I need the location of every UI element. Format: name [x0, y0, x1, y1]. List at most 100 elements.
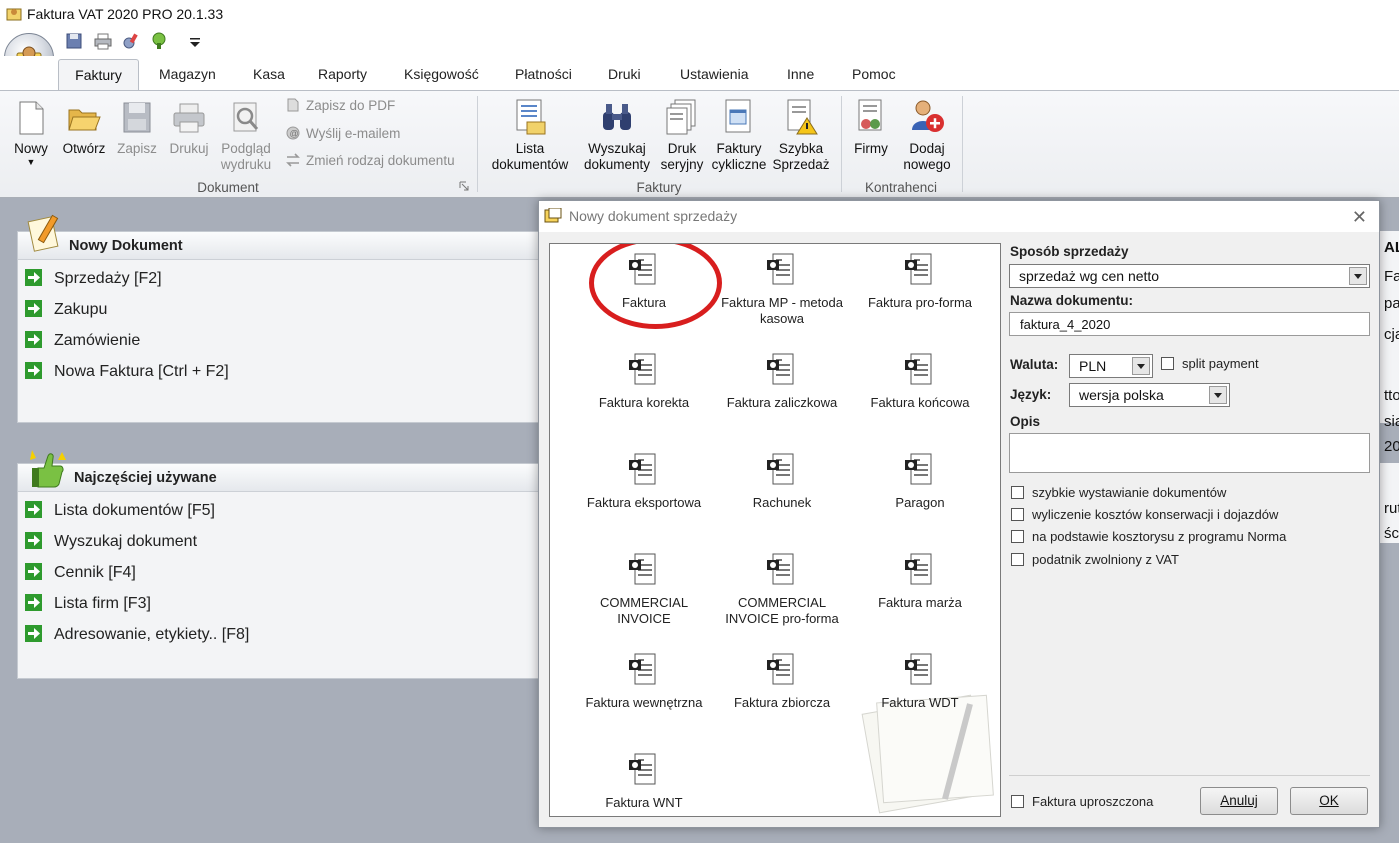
- email-icon: @: [286, 126, 300, 140]
- option-maintenance-costs-checkbox[interactable]: wyliczenie kosztów konserwacji i dojazdó…: [1011, 507, 1278, 522]
- doc-type-faktura-koncowa[interactable]: Faktura końcowa: [851, 351, 989, 411]
- tab-magazyn[interactable]: Magazyn: [159, 66, 216, 82]
- doc-type-faktura-korekta[interactable]: Faktura korekta: [575, 351, 713, 411]
- invoice-document-icon: [629, 753, 656, 785]
- tools-icon[interactable]: [121, 31, 141, 51]
- description-input[interactable]: [1009, 433, 1370, 473]
- panel-item-sprzedazy[interactable]: Sprzedaży [F2]: [25, 269, 162, 288]
- doc-type-faktura-marza[interactable]: Faktura marża: [851, 551, 989, 611]
- print-preview-button[interactable]: Podgląd wydruku: [216, 100, 276, 173]
- checkbox-box[interactable]: [1011, 486, 1024, 499]
- cancel-button[interactable]: Anuluj: [1200, 787, 1278, 815]
- doc-type-commercial-invoice-pro-forma[interactable]: COMMERCIAL INVOICE pro-forma: [713, 551, 851, 627]
- dialog-title: Nowy dokument sprzedaży: [569, 208, 738, 224]
- panel-item-lista-firm[interactable]: Lista firm [F3]: [25, 594, 151, 613]
- tab-raporty[interactable]: Raporty: [318, 66, 367, 82]
- tab-druki[interactable]: Druki: [608, 66, 641, 82]
- document-name-input[interactable]: faktura_4_2020: [1009, 312, 1370, 336]
- serial-print-button[interactable]: Druk seryjny: [656, 98, 708, 173]
- sales-method-label: Sposób sprzedaży: [1010, 244, 1129, 259]
- companies-button[interactable]: Firmy: [848, 98, 894, 157]
- invoice-document-icon: [767, 353, 794, 385]
- open-button[interactable]: Otwórz: [59, 100, 109, 157]
- panel-header: Nowy Dokument: [18, 232, 576, 260]
- quick-sale-button[interactable]: Szybka Sprzedaż: [770, 98, 832, 173]
- print-icon[interactable]: [93, 31, 113, 51]
- invoice-document-icon: [767, 453, 794, 485]
- doc-type-faktura-wdt[interactable]: Faktura WDT: [851, 651, 989, 711]
- print-button[interactable]: Drukuj: [164, 100, 214, 157]
- panel-item-cennik[interactable]: Cennik [F4]: [25, 563, 136, 582]
- update-icon[interactable]: [149, 31, 169, 51]
- arrow-right-icon: [25, 625, 42, 642]
- document-list-button[interactable]: Lista dokumentów: [484, 98, 576, 173]
- divider: [1009, 775, 1370, 776]
- doc-type-faktura-zbiorcza[interactable]: Faktura zbiorcza: [713, 651, 851, 711]
- language-select[interactable]: wersja polska: [1069, 383, 1230, 407]
- doc-type-paragon[interactable]: Paragon: [851, 451, 989, 511]
- document-type-list: Faktura Faktura MP - metoda kasowa Faktu…: [549, 243, 1001, 817]
- save-disk-icon: [123, 102, 151, 133]
- doc-type-faktura[interactable]: Faktura: [575, 251, 713, 311]
- doc-type-faktura-mp[interactable]: Faktura MP - metoda kasowa: [713, 251, 851, 327]
- checkbox-box[interactable]: [1011, 508, 1024, 521]
- save-pdf-button[interactable]: Zapisz do PDF: [286, 98, 395, 113]
- sales-method-select[interactable]: sprzedaż wg cen netto: [1009, 264, 1370, 288]
- customize-toolbar-icon[interactable]: [186, 32, 206, 52]
- doc-type-rachunek[interactable]: Rachunek: [713, 451, 851, 511]
- change-document-type-button[interactable]: Zmień rodzaj dokumentu: [286, 153, 455, 168]
- currency-select[interactable]: PLN: [1069, 354, 1153, 378]
- panel-item-zakupu[interactable]: Zakupu: [25, 300, 107, 319]
- tab-inne[interactable]: Inne: [787, 66, 814, 82]
- panel-title: Nowy Dokument: [69, 238, 183, 254]
- checkbox-box[interactable]: [1011, 795, 1024, 808]
- send-email-button[interactable]: @ Wyślij e-mailem: [286, 126, 400, 141]
- panel-item-wyszukaj-dokument[interactable]: Wyszukaj dokument: [25, 532, 197, 551]
- tab-platnosci[interactable]: Płatności: [515, 66, 572, 82]
- doc-type-faktura-eksportowa[interactable]: Faktura eksportowa: [575, 451, 713, 511]
- new-button[interactable]: Nowy ▼: [8, 100, 54, 167]
- panel-new-document: Nowy Dokument Sprzedaży [F2] Zakupu Zamó…: [17, 231, 577, 423]
- panel-item-zamowienie[interactable]: Zamówienie: [25, 331, 140, 350]
- arrow-right-icon: [25, 532, 42, 549]
- tab-kasa[interactable]: Kasa: [253, 66, 285, 82]
- recurring-invoices-button[interactable]: Faktury cykliczne: [708, 98, 770, 173]
- option-vat-exempt-checkbox[interactable]: podatnik zwolniony z VAT: [1011, 552, 1179, 567]
- doc-type-faktura-pro-forma[interactable]: Faktura pro-forma: [851, 251, 989, 311]
- doc-type-commercial-invoice[interactable]: COMMERCIAL INVOICE: [575, 551, 713, 627]
- option-quick-issue-checkbox[interactable]: szybkie wystawianie dokumentów: [1011, 485, 1226, 500]
- search-documents-button[interactable]: Wyszukaj dokumenty: [578, 98, 656, 173]
- chevron-down-icon[interactable]: [1132, 357, 1150, 375]
- checkbox-box[interactable]: [1161, 357, 1174, 370]
- binoculars-icon: [603, 104, 631, 130]
- panel-item-lista-dokumentow[interactable]: Lista dokumentów [F5]: [25, 501, 215, 520]
- tab-pomoc[interactable]: Pomoc: [852, 66, 896, 82]
- checkbox-box[interactable]: [1011, 530, 1024, 543]
- title-bar: Faktura VAT 2020 PRO 20.1.33: [0, 0, 1399, 30]
- doc-type-faktura-wewnetrzna[interactable]: Faktura wewnętrzna: [575, 651, 713, 711]
- arrow-right-icon: [25, 563, 42, 580]
- split-payment-checkbox[interactable]: split payment: [1161, 356, 1259, 371]
- doc-type-faktura-wnt[interactable]: Faktura WNT: [575, 751, 713, 811]
- tab-faktury[interactable]: Faktury: [58, 59, 139, 91]
- tab-ustawienia[interactable]: Ustawienia: [680, 66, 748, 82]
- ok-button[interactable]: OK: [1290, 787, 1368, 815]
- notepad-pencil-icon: [27, 214, 59, 252]
- checkbox-box[interactable]: [1011, 553, 1024, 566]
- chevron-down-icon[interactable]: [1209, 386, 1227, 404]
- save-icon[interactable]: [64, 31, 84, 51]
- group-label-faktury: Faktury: [636, 180, 682, 195]
- save-button[interactable]: Zapisz: [113, 100, 161, 157]
- group-separator: [477, 96, 478, 192]
- close-icon[interactable]: ✕: [1352, 207, 1367, 228]
- add-contractor-button[interactable]: Dodaj nowego: [896, 98, 958, 173]
- doc-type-faktura-zaliczkowa[interactable]: Faktura zaliczkowa: [713, 351, 851, 411]
- simplified-invoice-checkbox[interactable]: Faktura uproszczona: [1011, 794, 1153, 809]
- dialog-launcher-icon[interactable]: [459, 181, 469, 191]
- printer-icon: [173, 103, 205, 133]
- option-norma-estimate-checkbox[interactable]: na podstawie kosztorysu z programu Norma: [1011, 529, 1286, 544]
- chevron-down-icon[interactable]: [1349, 267, 1367, 285]
- tab-ksiegowosc[interactable]: Księgowość: [404, 66, 479, 82]
- panel-item-nowa-faktura[interactable]: Nowa Faktura [Ctrl + F2]: [25, 362, 229, 381]
- panel-item-adresowanie[interactable]: Adresowanie, etykiety.. [F8]: [25, 625, 249, 644]
